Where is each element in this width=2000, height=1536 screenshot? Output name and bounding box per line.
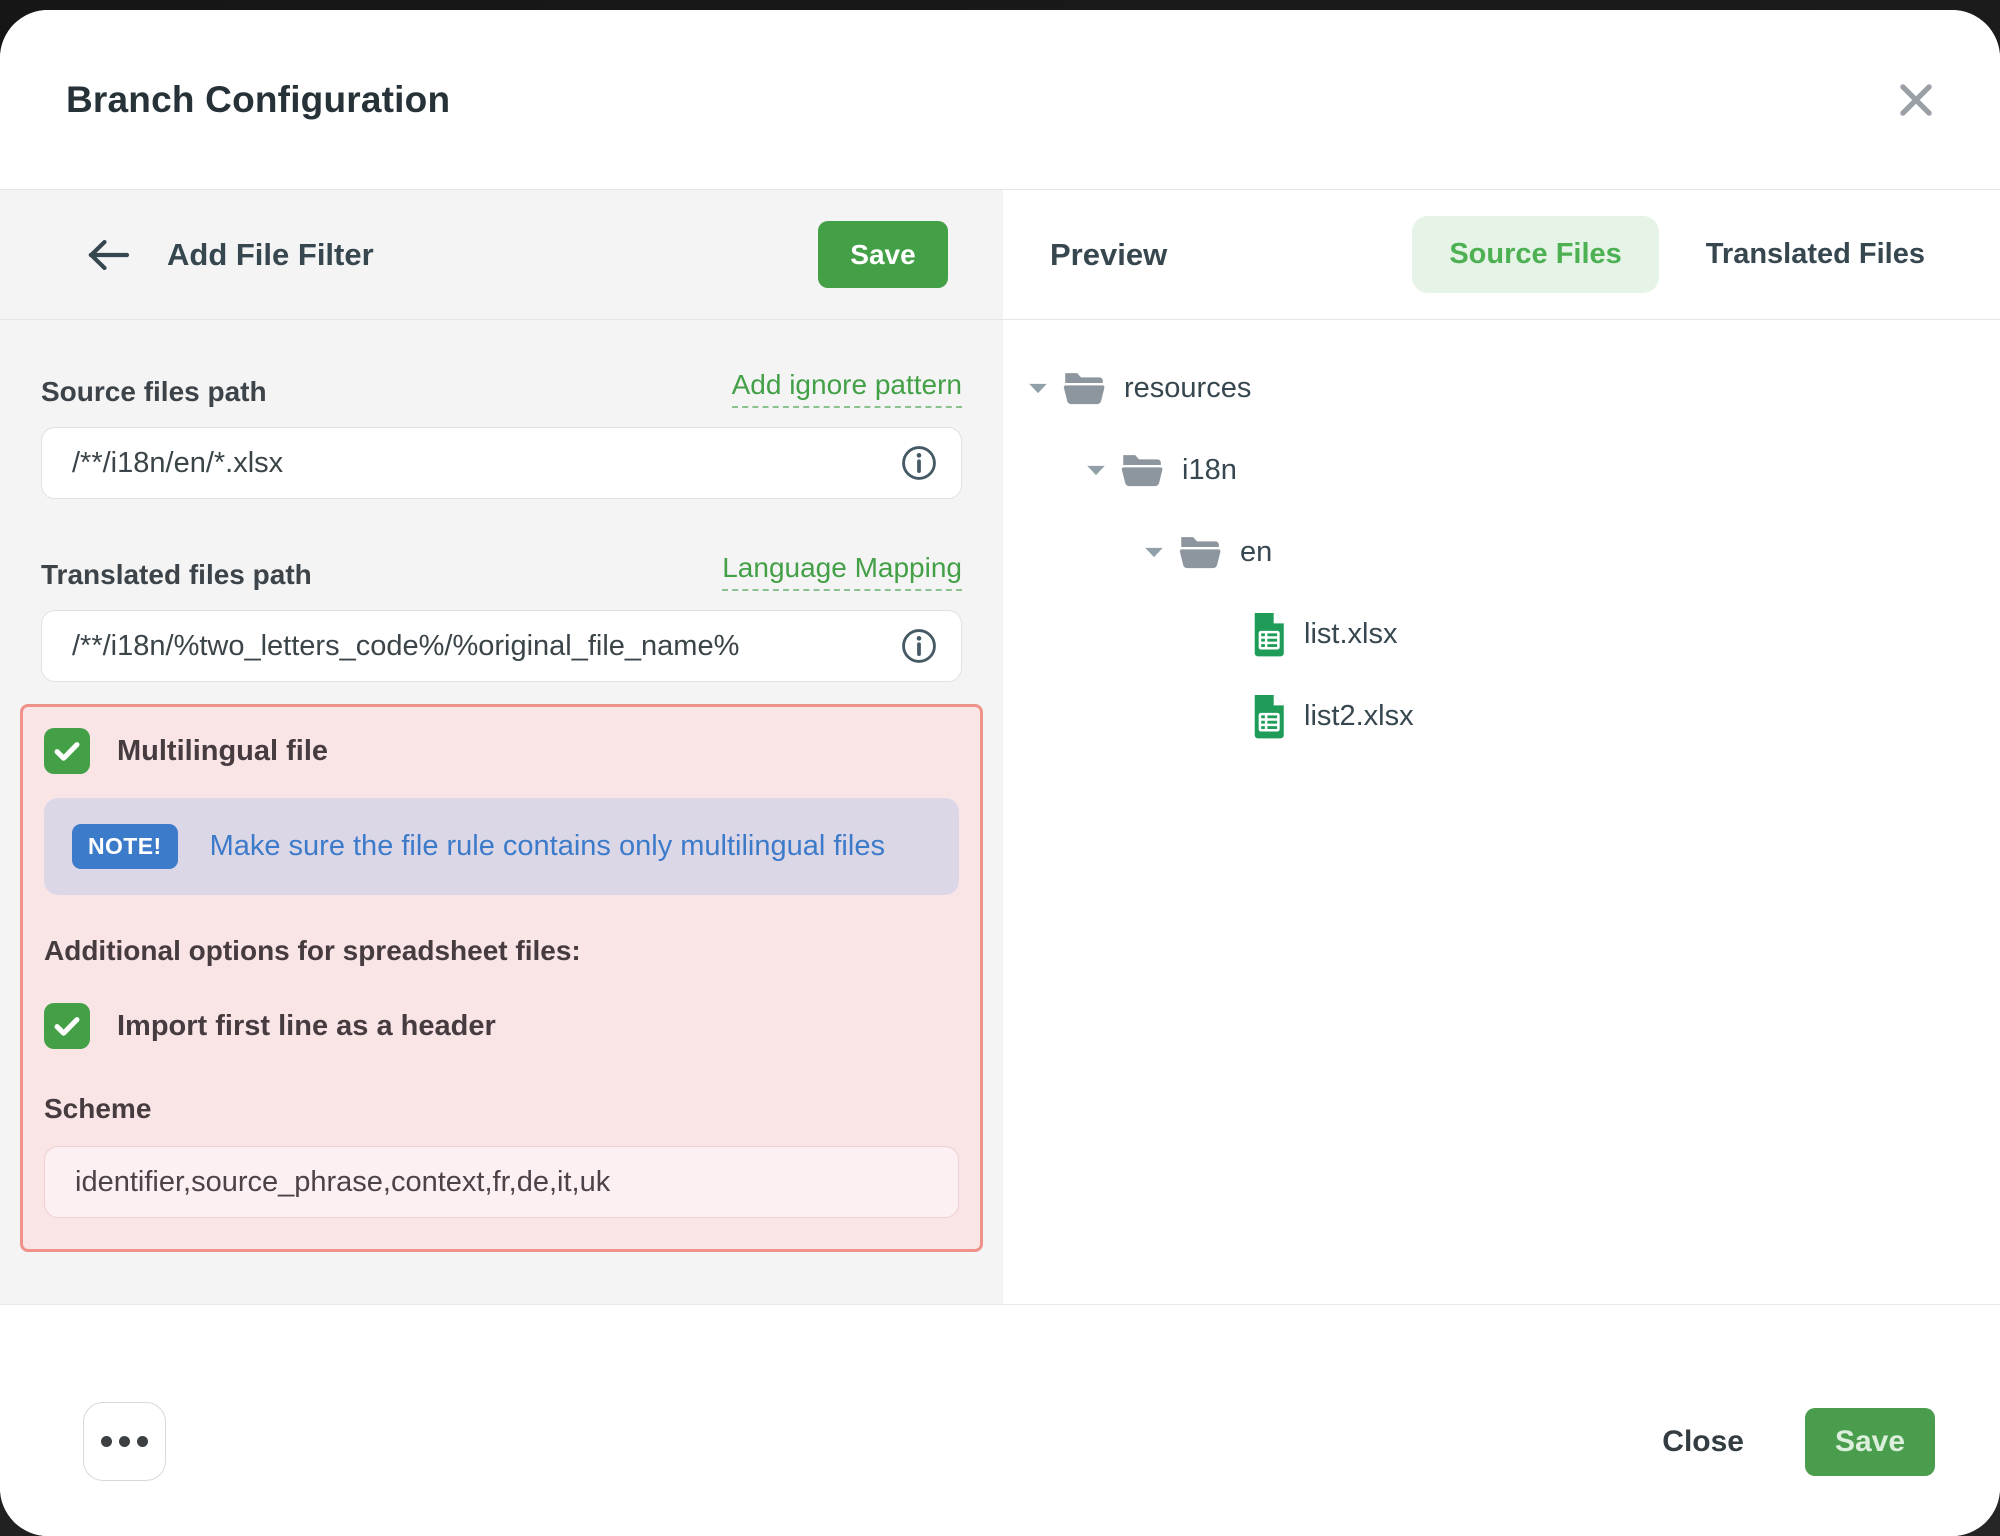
dialog-titlebar: Branch Configuration [0, 10, 2000, 190]
panel-title: Add File Filter [167, 237, 374, 273]
caret-down-icon[interactable] [1086, 464, 1120, 477]
translated-path-info-button[interactable] [901, 628, 937, 664]
folder-open-icon [1120, 451, 1166, 489]
source-path-info-button[interactable] [901, 445, 937, 481]
folder-open-icon [1178, 533, 1224, 571]
more-options-button[interactable] [83, 1402, 166, 1481]
tree-node-label: list.xlsx [1304, 618, 1397, 651]
scheme-input[interactable] [45, 1166, 958, 1199]
tree-row-resources[interactable]: resources [1003, 347, 2000, 429]
tree-row-list2-xlsx[interactable]: list2.xlsx [1003, 675, 2000, 757]
source-files-path-label: Source files path [41, 376, 267, 408]
import-first-line-checkbox[interactable] [44, 1003, 90, 1049]
source-files-path-input[interactable] [42, 447, 901, 480]
branch-configuration-dialog: Branch Configuration Add File Filter Sa [0, 10, 2000, 1536]
caret-down-icon[interactable] [1028, 382, 1062, 395]
tree-node-label: i18n [1182, 454, 1237, 487]
language-mapping-link[interactable]: Language Mapping [722, 552, 962, 591]
preview-panel: Preview Source Files Translated Files [1003, 190, 2000, 1304]
translated-files-path-field [41, 610, 962, 682]
translated-files-path-label: Translated files path [41, 559, 312, 591]
close-icon [1895, 79, 1937, 121]
note-badge: NOTE! [72, 824, 178, 869]
footer-actions: Close Save [1656, 1402, 1935, 1481]
multilingual-file-checkbox[interactable] [44, 728, 90, 774]
tree-node-label: list2.xlsx [1304, 700, 1414, 733]
close-dialog-button[interactable] [1892, 76, 1940, 124]
dialog-save-button[interactable]: Save [1805, 1408, 1935, 1476]
filter-save-button[interactable]: Save [818, 221, 948, 288]
info-icon [901, 445, 937, 481]
preview-header: Preview Source Files Translated Files [1003, 190, 2000, 320]
scheme-label: Scheme [44, 1093, 959, 1125]
back-button[interactable] [85, 236, 131, 274]
translated-files-path-input[interactable] [42, 630, 901, 663]
info-icon [901, 628, 937, 664]
scheme-field [44, 1146, 959, 1218]
tab-translated-files[interactable]: Translated Files [1706, 238, 1925, 271]
tree-node-label: resources [1124, 372, 1251, 405]
import-first-line-label: Import first line as a header [117, 1010, 496, 1043]
tree-row-i18n[interactable]: i18n [1003, 429, 2000, 511]
add-ignore-pattern-link[interactable]: Add ignore pattern [732, 369, 962, 408]
checkmark-icon [50, 1009, 84, 1043]
note-text: Make sure the file rule contains only mu… [210, 830, 885, 863]
ellipsis-icon [101, 1436, 148, 1447]
file-filter-form: Source files path Add ignore pattern Tra… [0, 320, 1003, 1304]
multilingual-note: NOTE! Make sure the file rule contains o… [44, 798, 959, 895]
arrow-left-icon [85, 236, 131, 274]
dialog-close-button[interactable]: Close [1656, 1424, 1750, 1460]
checkmark-icon [50, 734, 84, 768]
source-files-path-field [41, 427, 962, 499]
dialog-footer: Close Save [0, 1304, 2000, 1536]
file-filter-panel: Add File Filter Save Source files path A… [0, 190, 1003, 1304]
spreadsheet-file-icon [1250, 611, 1288, 658]
file-tree: resources i18n [1003, 320, 2000, 757]
tab-source-files[interactable]: Source Files [1412, 216, 1658, 293]
tree-node-label: en [1240, 536, 1272, 569]
spreadsheet-options-label: Additional options for spreadsheet files… [44, 935, 959, 967]
preview-title: Preview [1050, 237, 1167, 273]
tree-row-en[interactable]: en [1003, 511, 2000, 593]
tree-row-list-xlsx[interactable]: list.xlsx [1003, 593, 2000, 675]
dialog-title: Branch Configuration [66, 79, 450, 121]
dialog-body: Add File Filter Save Source files path A… [0, 190, 2000, 1304]
multilingual-options-section: Multilingual file NOTE! Make sure the fi… [20, 704, 983, 1252]
caret-down-icon[interactable] [1144, 546, 1178, 559]
spreadsheet-file-icon [1250, 693, 1288, 740]
folder-open-icon [1062, 369, 1108, 407]
preview-tabs: Source Files Translated Files [1412, 216, 1925, 293]
file-filter-header: Add File Filter Save [0, 190, 1003, 320]
modal-backdrop: Branch Configuration Add File Filter Sa [0, 0, 2000, 1536]
multilingual-file-label: Multilingual file [117, 735, 328, 768]
